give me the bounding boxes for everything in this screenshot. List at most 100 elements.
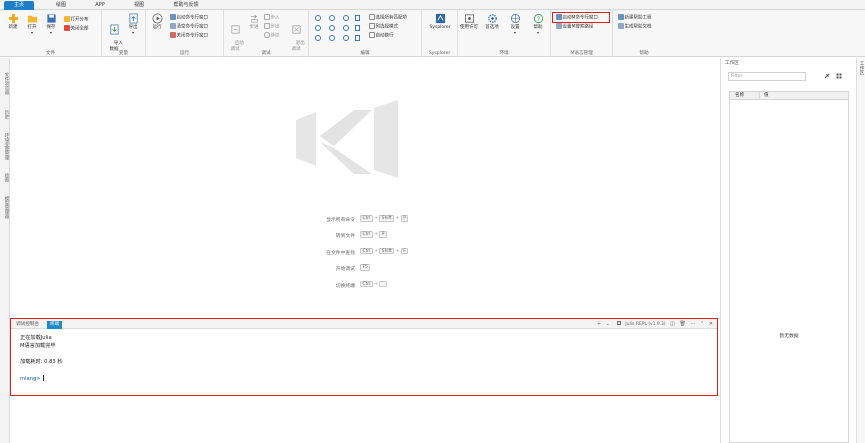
step-out-small-button[interactable]: 步出 — [264, 23, 280, 30]
close-panel-icon[interactable]: ✕ — [709, 321, 713, 327]
workspace-empty-text: 暂无数据 — [779, 334, 799, 339]
outdent-icon[interactable] — [329, 25, 335, 31]
license-button[interactable]: 使用许可 — [459, 13, 479, 30]
checkbox-icon — [369, 23, 375, 29]
group-debug: 启动 调试 步进 步入 步出 继续 退出 调试 调试 — [224, 10, 309, 57]
select-all-matches-checkbox[interactable]: 选择所有匹配项 — [369, 14, 407, 21]
sidebar-item-file-browser[interactable]: 文件浏览器 — [1, 72, 9, 95]
sidebar-item-workspace[interactable]: 工作区 — [858, 61, 864, 75]
new-icon — [8, 13, 18, 24]
start-cmd-window-button[interactable]: 启动命令行窗口 — [170, 14, 208, 21]
clear-cmd-window-button[interactable]: 清空命令行窗口 — [170, 23, 208, 30]
more-icon[interactable]: ⋯ — [690, 321, 695, 327]
zoom-out-icon[interactable] — [329, 15, 335, 21]
ribbon: 新建 打开 ▾ 保存 ▾ 打开分布 关闭全部 文件 导入 数据 导出 ▾ 变量 … — [0, 10, 865, 57]
terminal-panel: 调试控制台 终端 + ⌄ Julia REPL (v1.9.3) ◫ 🗑 ⋯ ⌃… — [10, 318, 718, 396]
bookmark-icon[interactable] — [343, 35, 349, 41]
terminal-toolbar: + ⌄ Julia REPL (v1.9.3) ◫ 🗑 ⋯ ⌃ ✕ — [594, 320, 713, 328]
tab-home[interactable]: 主页 — [4, 1, 34, 10]
generate-help-doc-button[interactable]: 生成帮助文档 — [618, 23, 652, 30]
shortcut-keys: Ctrl + Shift + P — [360, 215, 409, 222]
bookmark-add-icon[interactable] — [355, 15, 360, 21]
open-button[interactable]: 打开 ▾ — [22, 13, 42, 36]
column-value-header[interactable]: 值 — [764, 92, 769, 100]
terminal-instance-label[interactable]: Julia REPL (v1.9.3) — [614, 321, 666, 327]
fold-icon[interactable] — [315, 35, 321, 41]
indent-icon[interactable] — [315, 25, 321, 31]
close-all-icon — [64, 25, 70, 31]
import-icon — [109, 24, 119, 35]
sidebar-item-model-manager[interactable]: 模型管理器 — [1, 196, 9, 219]
new-button[interactable]: 新建 — [3, 13, 23, 30]
terminal-input-line[interactable]: mlang> — [20, 375, 44, 382]
bookmark-next-icon[interactable] — [355, 25, 360, 31]
trash-icon[interactable]: 🗑 — [679, 321, 685, 327]
shortcut-keys: Ctrl + P — [360, 231, 387, 238]
step-in-button[interactable]: 步入 — [264, 14, 280, 21]
close-all-button[interactable]: 关闭全部 — [64, 25, 89, 32]
export-icon — [128, 13, 138, 24]
terminal-output-line: 正在加载Julia — [20, 335, 52, 341]
group-environment-label: 环境 — [499, 51, 509, 56]
bookmark-prev-icon[interactable] — [355, 35, 360, 41]
checkbox-icon — [369, 14, 375, 20]
shortcut-keys: F5 — [360, 264, 371, 271]
folder-icon — [27, 15, 37, 23]
export-button[interactable]: 导出 ▾ — [123, 13, 143, 36]
group-variables: 导入 数据 导出 ▾ 变量 — [102, 10, 146, 57]
column-select-checkbox[interactable]: 列选择模式 — [369, 23, 398, 30]
terminal-output-line: 加载耗时: 0.83 秒 — [20, 359, 63, 365]
tab-view[interactable]: 视图 — [128, 1, 150, 10]
help-button[interactable]: ? 帮助 ▾ — [528, 13, 548, 36]
tab-debug-console[interactable]: 调试控制台 — [13, 321, 42, 329]
sidebar-item-env-vars[interactable]: 环境变量管理 — [1, 133, 9, 160]
split-terminal-icon[interactable]: ◫ — [670, 321, 675, 327]
new-help-project-button[interactable]: 新建帮助工程 — [618, 14, 652, 21]
step-icon — [250, 14, 258, 23]
auto-wrap-checkbox[interactable]: 自动换行 — [369, 32, 394, 39]
shortcut-keys: Ctrl + Shift + F — [360, 247, 409, 255]
open-share-button[interactable]: 打开分布 — [64, 16, 89, 23]
cmd-window-icon — [170, 14, 176, 20]
unfold-icon[interactable] — [329, 35, 335, 41]
shortcut-hints: 显示所有命令 Ctrl + Shift + P 转到文件 Ctrl + P 在文… — [300, 215, 430, 298]
column-name-header[interactable]: 名称 — [735, 92, 744, 100]
settings-button[interactable]: 设置 ▾ — [505, 13, 525, 36]
ribbon-tabbar: 主页 绘图 APP 视图 帮助与反馈 — [0, 0, 865, 10]
tab-app[interactable]: APP — [88, 1, 112, 10]
workspace-filter-input[interactable]: Filter — [728, 72, 806, 81]
sidebar-item-history[interactable]: 历史 — [1, 110, 9, 119]
sidebar-item-plot[interactable]: 绘图 — [1, 173, 9, 182]
step-button[interactable]: 步进 — [244, 13, 264, 30]
license-icon — [464, 14, 474, 23]
save-button[interactable]: 保存 ▾ — [41, 13, 61, 36]
preferences-button[interactable]: 首选项 — [482, 13, 502, 30]
pin-icon[interactable] — [824, 73, 830, 79]
terminal-dropdown-icon[interactable]: ⌄ — [606, 321, 610, 327]
continue-button[interactable]: 继续 — [264, 32, 280, 39]
maximize-panel-icon[interactable]: ⌃ — [700, 321, 704, 327]
group-debug-label: 调试 — [261, 51, 271, 56]
close-cmd-window-button[interactable]: 关闭命令行窗口 — [170, 32, 208, 39]
tab-plot[interactable]: 绘图 — [50, 1, 72, 10]
sysplorer-button[interactable]: Sysplorer — [425, 13, 455, 30]
new-terminal-button[interactable]: + — [597, 321, 601, 327]
comment-icon[interactable] — [343, 25, 349, 31]
group-environment: 使用许可 首选项 设置 ▾ ? 帮助 ▾ 环境 — [458, 10, 551, 57]
gear-icon — [487, 14, 497, 23]
play-icon — [152, 13, 162, 24]
set-m-search-path-button[interactable]: 设置M搜索路径 — [556, 23, 593, 30]
terminal-tabbar: 调试控制台 终端 + ⌄ Julia REPL (v1.9.3) ◫ 🗑 ⋯ ⌃… — [11, 319, 717, 329]
zoom-in-icon[interactable] — [315, 15, 321, 21]
tab-terminal[interactable]: 终端 — [47, 321, 63, 329]
tab-help-feedback[interactable]: 帮助与反馈 — [168, 1, 204, 10]
checkbox-icon — [369, 32, 375, 38]
left-sidebar: 文件浏览器 历史 环境变量管理 绘图 模型管理器 — [0, 58, 10, 443]
format-icon[interactable] — [343, 15, 349, 21]
run-button[interactable]: 运行 — [147, 13, 167, 30]
sysplorer-icon — [435, 13, 445, 24]
exit-debug-icon — [291, 25, 301, 34]
column-divider[interactable] — [759, 92, 760, 100]
grid-view-icon[interactable] — [836, 73, 842, 79]
help-icon: ? — [533, 13, 543, 24]
